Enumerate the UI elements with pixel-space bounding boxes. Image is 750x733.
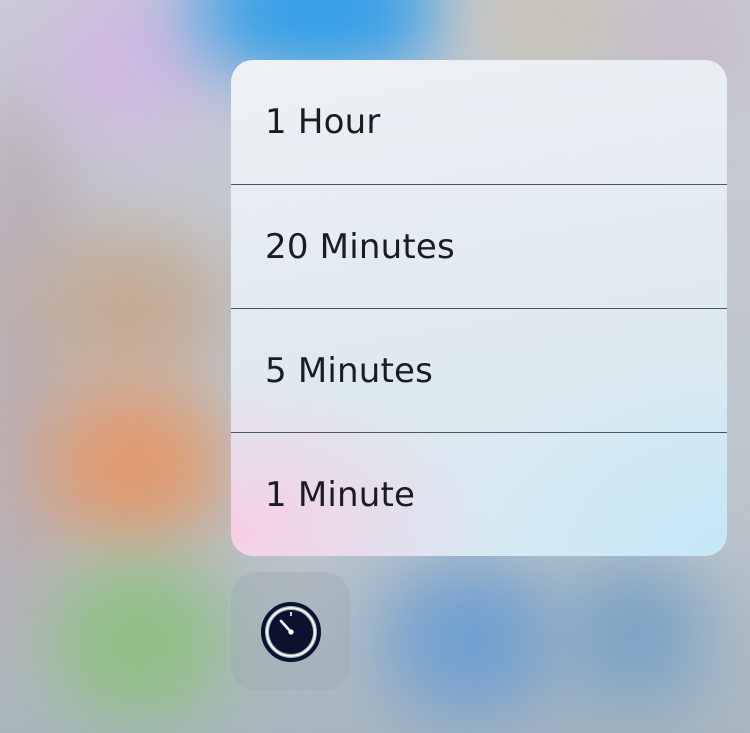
quick-action-label: 1 Minute — [265, 474, 416, 515]
quick-action-label: 1 Hour — [265, 102, 381, 142]
timer-icon — [260, 601, 321, 662]
quick-action-20-minutes[interactable]: 20 Minutes — [231, 184, 727, 308]
blurred-app-icon — [40, 380, 230, 550]
timer-app-icon[interactable] — [231, 572, 350, 691]
blurred-app-icon — [30, 230, 230, 380]
quick-actions-menu: 1 Hour 20 Minutes 5 Minutes 1 Minute — [231, 60, 727, 556]
blurred-app-icon — [380, 560, 560, 720]
quick-action-1-hour[interactable]: 1 Hour — [231, 60, 727, 184]
quick-action-5-minutes[interactable]: 5 Minutes — [231, 308, 727, 432]
quick-action-label: 5 Minutes — [265, 350, 434, 391]
quick-action-label: 20 Minutes — [265, 226, 455, 267]
quick-action-1-minute[interactable]: 1 Minute — [231, 432, 727, 556]
blurred-app-icon — [560, 560, 710, 710]
blurred-app-icon — [50, 560, 230, 720]
